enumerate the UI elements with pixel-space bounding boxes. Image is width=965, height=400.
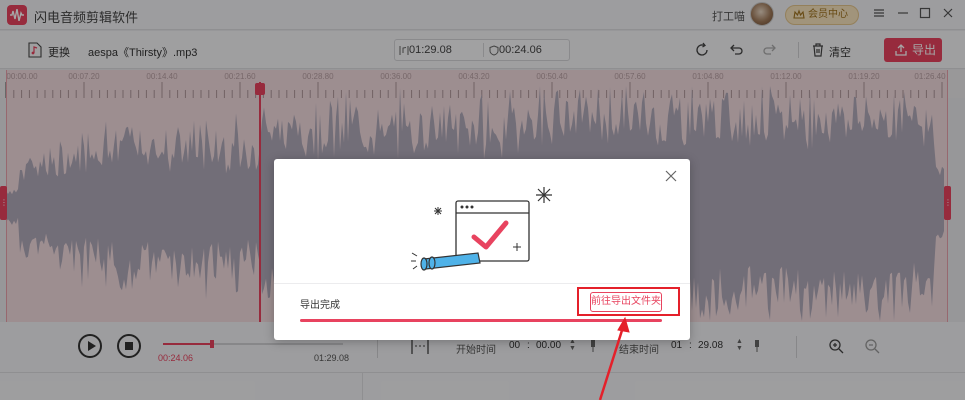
annotation-highlight-box bbox=[577, 287, 680, 316]
success-illustration-icon bbox=[411, 187, 552, 271]
modal-close-icon[interactable] bbox=[664, 169, 678, 183]
export-progress-bar bbox=[300, 319, 662, 322]
export-status-text: 导出完成 bbox=[300, 300, 340, 311]
export-complete-dialog: 导出完成 前往导出文件夹 bbox=[274, 159, 690, 340]
